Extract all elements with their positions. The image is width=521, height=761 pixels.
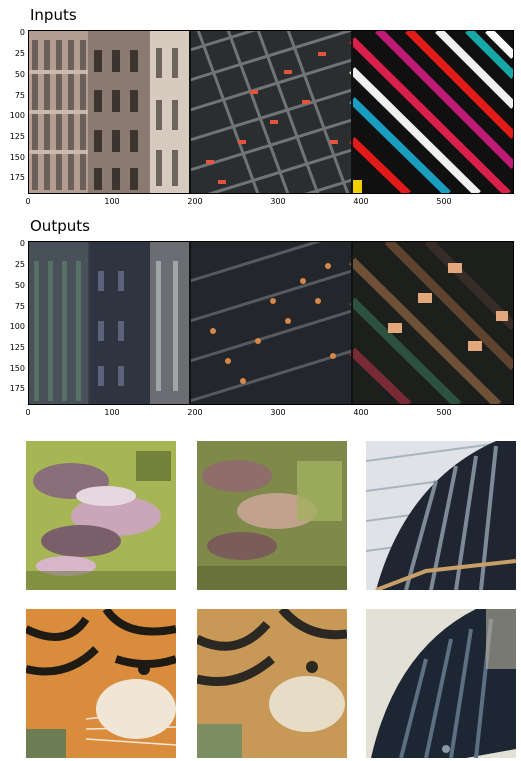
x-tick: 500 xyxy=(436,197,452,206)
y-tick: 0 xyxy=(19,239,25,248)
x-tick: 0 xyxy=(25,408,31,417)
inputs-title: Inputs xyxy=(30,6,77,24)
y-tick: 150 xyxy=(9,364,25,373)
outputs-panel xyxy=(28,229,518,409)
inputs-panel xyxy=(28,0,517,232)
x-tick: 400 xyxy=(353,408,369,417)
mushroom-input-image xyxy=(26,441,176,590)
x-tick: 500 xyxy=(436,408,452,417)
y-tick: 50 xyxy=(14,281,25,290)
y-tick: 50 xyxy=(14,70,25,79)
tiger-input-image xyxy=(26,609,176,758)
x-tick: 100 xyxy=(104,408,120,417)
y-tick: 125 xyxy=(9,343,25,352)
y-tick: 100 xyxy=(9,111,25,120)
x-tick: 400 xyxy=(353,197,369,206)
y-tick: 0 xyxy=(19,28,25,37)
y-tick: 25 xyxy=(14,260,25,269)
mushroom-output-image xyxy=(197,441,347,590)
building-output-1-image xyxy=(366,441,516,590)
y-tick: 25 xyxy=(14,49,25,58)
x-tick: 0 xyxy=(25,197,31,206)
y-tick: 175 xyxy=(9,173,25,182)
inputs-image xyxy=(28,0,517,232)
y-tick: 75 xyxy=(14,302,25,311)
x-tick: 100 xyxy=(104,197,120,206)
x-tick: 200 xyxy=(187,197,203,206)
y-tick: 150 xyxy=(9,153,25,162)
y-tick: 75 xyxy=(14,91,25,100)
x-tick: 200 xyxy=(187,408,203,417)
outputs-image xyxy=(28,229,518,409)
x-tick: 300 xyxy=(270,408,286,417)
y-tick: 175 xyxy=(9,384,25,393)
x-tick: 300 xyxy=(270,197,286,206)
tiger-output-image xyxy=(197,609,347,758)
y-tick: 100 xyxy=(9,322,25,331)
outputs-title: Outputs xyxy=(30,217,90,235)
y-tick: 125 xyxy=(9,132,25,141)
building-output-2-image xyxy=(366,609,516,758)
